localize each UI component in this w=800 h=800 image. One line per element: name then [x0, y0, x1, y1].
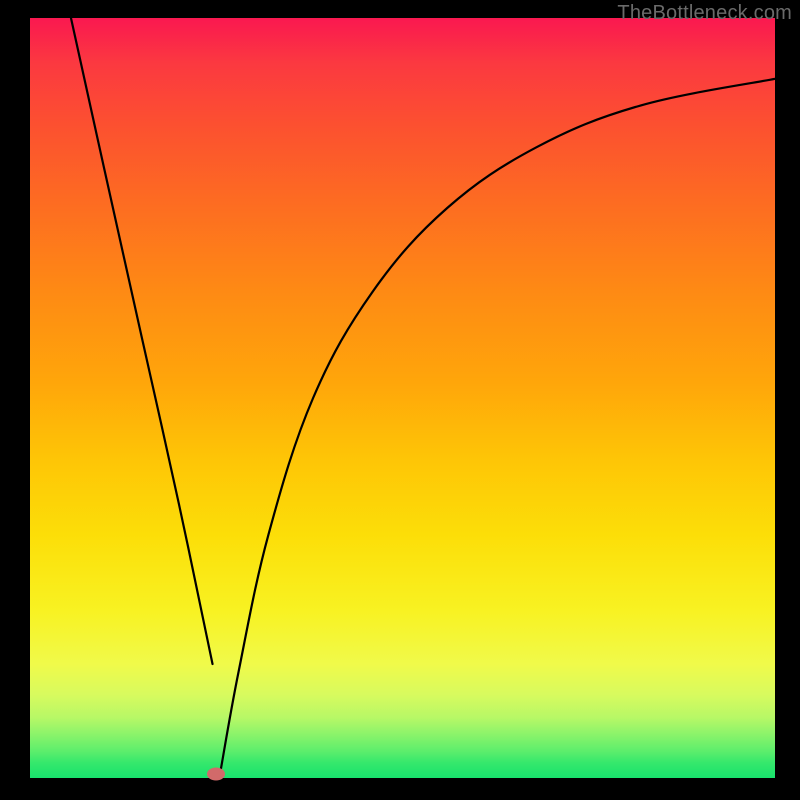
min-marker — [207, 768, 225, 781]
plot-area — [30, 18, 775, 778]
watermark-text: TheBottleneck.com — [617, 2, 792, 25]
chart-frame: TheBottleneck.com — [0, 0, 800, 800]
curve-left — [71, 18, 213, 664]
curve-right — [220, 79, 775, 774]
curve-svg — [30, 18, 775, 778]
